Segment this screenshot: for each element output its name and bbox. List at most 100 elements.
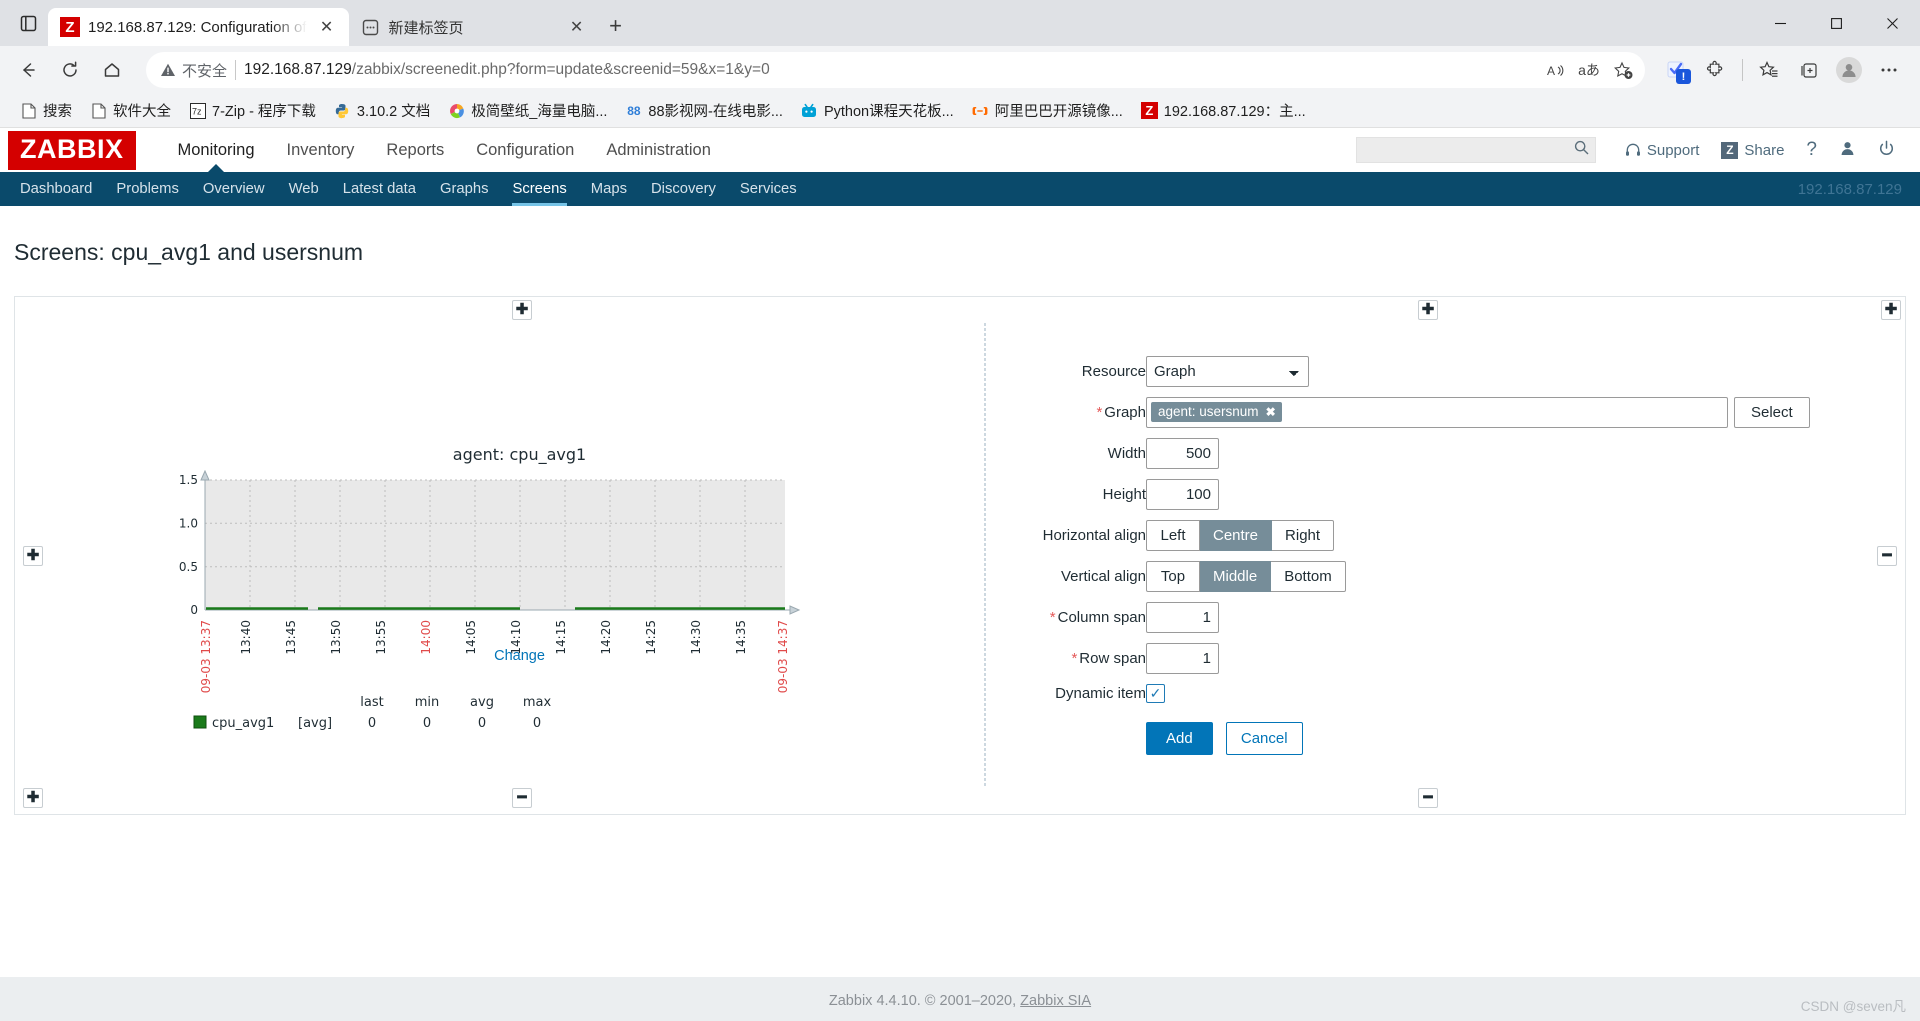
subnav-overview[interactable]: Overview xyxy=(191,172,277,206)
add-column-left-button[interactable]: ✚ xyxy=(512,299,532,320)
rowspan-input[interactable] xyxy=(1146,642,1219,674)
remove-row-button[interactable]: ━ xyxy=(1877,545,1897,566)
subnav-maps[interactable]: Maps xyxy=(579,172,639,206)
close-window-button[interactable] xyxy=(1864,0,1920,46)
bookmark-item[interactable]: Z 192.168.87.129：主... xyxy=(1133,96,1314,125)
menu-item-monitoring[interactable]: Monitoring xyxy=(162,128,271,172)
help-link[interactable]: ? xyxy=(1795,139,1828,161)
collections-icon[interactable] xyxy=(1790,52,1828,88)
valign-option-middle[interactable]: Middle xyxy=(1200,560,1272,592)
search-input[interactable] xyxy=(1362,141,1574,159)
menu-item-reports[interactable]: Reports xyxy=(370,128,460,172)
favorites-icon[interactable] xyxy=(1750,52,1788,88)
user-settings-link[interactable] xyxy=(1828,140,1867,161)
add-column-middle-button[interactable]: ✚ xyxy=(1418,299,1438,320)
bookmark-item[interactable]: 7z 7-Zip - 程序下载 xyxy=(181,96,324,125)
subnav-dashboard[interactable]: Dashboard xyxy=(8,172,104,206)
resource-select[interactable]: Graph xyxy=(1146,355,1309,387)
bookmark-item[interactable]: Python课程天花板... xyxy=(793,96,962,125)
browser-tab-1[interactable]: 新建标签页 ✕ xyxy=(349,8,599,46)
halign-option-left[interactable]: Left xyxy=(1146,519,1200,551)
graph-chip[interactable]: agent: usersnum ✖ xyxy=(1151,402,1282,423)
height-label: Height xyxy=(1102,485,1146,503)
width-input[interactable] xyxy=(1146,437,1219,469)
extensions-puzzle-icon[interactable] xyxy=(1697,52,1735,88)
colspan-input[interactable] xyxy=(1146,601,1219,633)
valign-option-top[interactable]: Top xyxy=(1146,560,1200,592)
add-row-button[interactable]: ✚ xyxy=(23,545,43,566)
search-icon[interactable] xyxy=(1574,140,1589,160)
legend-header-min: min xyxy=(414,695,439,710)
svg-text:1.5: 1.5 xyxy=(178,473,197,487)
screen-cell-graph[interactable]: agent: cpu_avg1 1.5 1.0 0.5 0 09-03 13:3… xyxy=(55,322,985,786)
subnav-problems[interactable]: Problems xyxy=(104,172,191,206)
maximize-button[interactable] xyxy=(1808,0,1864,46)
legend-header-last: last xyxy=(360,695,383,710)
profile-avatar[interactable] xyxy=(1830,52,1868,88)
omnibox-actions: A aあ xyxy=(1539,55,1639,85)
subnav-discovery[interactable]: Discovery xyxy=(639,172,728,206)
menu-item-configuration[interactable]: Configuration xyxy=(460,128,590,172)
add-row-bottom-button[interactable]: ✚ xyxy=(23,787,43,808)
warning-triangle-icon xyxy=(161,63,175,76)
bookmark-item[interactable]: 阿里巴巴开源镜像... xyxy=(964,96,1131,125)
halign-option-right[interactable]: Right xyxy=(1272,519,1335,551)
menu-item-administration[interactable]: Administration xyxy=(590,128,727,172)
browser-tab-0[interactable]: Z 192.168.87.129: Configuration of ✕ xyxy=(48,8,349,46)
remove-column-right-button[interactable]: ━ xyxy=(1418,787,1438,808)
close-icon[interactable]: ✕ xyxy=(565,15,589,39)
bookmark-item[interactable]: 搜索 xyxy=(12,96,80,125)
bookmark-item[interactable]: 3.10.2 文档 xyxy=(326,96,438,125)
subnav-web[interactable]: Web xyxy=(277,172,331,206)
translate-icon[interactable]: aあ xyxy=(1573,55,1605,85)
graph-title: agent: cpu_avg1 xyxy=(452,444,587,464)
subnav-latest-data[interactable]: Latest data xyxy=(331,172,428,206)
add-button[interactable]: Add xyxy=(1146,721,1213,755)
bookmark-label: 192.168.87.129：主... xyxy=(1163,104,1306,120)
bookmark-item[interactable]: 软件大全 xyxy=(82,96,179,125)
aliyun-icon xyxy=(972,102,989,119)
share-link[interactable]: Z Share xyxy=(1710,141,1795,159)
valign-option-bottom[interactable]: Bottom xyxy=(1271,560,1346,592)
new-tab-button[interactable]: + xyxy=(599,9,633,43)
remove-column-left-button[interactable]: ━ xyxy=(512,787,532,808)
88-icon: 88 xyxy=(627,103,641,118)
add-favorite-icon[interactable] xyxy=(1607,55,1639,85)
not-secure-indicator[interactable]: 不安全 xyxy=(160,60,227,81)
svg-text:14:20: 14:20 xyxy=(599,620,613,655)
settings-more-icon[interactable] xyxy=(1870,52,1908,88)
tab-actions-icon[interactable] xyxy=(8,0,48,46)
bookmark-item[interactable]: 88 88影视网-在线电影... xyxy=(617,96,791,125)
bookmark-item[interactable]: 极简壁纸_海量电脑... xyxy=(440,96,615,125)
zabbix-logo[interactable]: ZABBIX xyxy=(8,130,136,170)
read-aloud-icon[interactable]: A xyxy=(1539,55,1571,85)
svg-text:13:55: 13:55 xyxy=(374,620,388,655)
zabbix-sia-link[interactable]: Zabbix SIA xyxy=(1020,993,1091,1009)
support-link[interactable]: Support xyxy=(1614,142,1711,159)
minimize-button[interactable] xyxy=(1752,0,1808,46)
dynamic-item-checkbox[interactable]: ✓ xyxy=(1146,683,1165,703)
signout-link[interactable] xyxy=(1867,140,1906,161)
subnav-services[interactable]: Services xyxy=(728,172,809,206)
remove-chip-icon[interactable]: ✖ xyxy=(1266,405,1276,419)
back-icon[interactable] xyxy=(8,52,48,88)
form-row-valign: Vertical align Top Middle Bottom xyxy=(986,556,1810,597)
extension-icon[interactable]: ! xyxy=(1657,52,1695,88)
required-marker: * xyxy=(1049,608,1056,626)
halign-option-centre[interactable]: Centre xyxy=(1200,519,1273,551)
zabbix-icon: Z xyxy=(1140,102,1158,119)
graph-multiselect[interactable]: agent: usersnum ✖ xyxy=(1146,396,1728,428)
subnav-graphs[interactable]: Graphs xyxy=(428,172,501,206)
select-graph-button[interactable]: Select xyxy=(1734,396,1810,428)
menu-item-inventory[interactable]: Inventory xyxy=(271,128,371,172)
reload-icon[interactable] xyxy=(50,52,90,88)
address-bar[interactable]: 不安全 192.168.87.129/zabbix/screenedit.php… xyxy=(146,52,1645,88)
home-icon[interactable] xyxy=(92,52,132,88)
close-icon[interactable]: ✕ xyxy=(315,15,339,39)
height-input[interactable] xyxy=(1146,478,1219,510)
add-column-right-button[interactable]: ✚ xyxy=(1881,299,1901,320)
subnav-screens[interactable]: Screens xyxy=(500,172,578,206)
svg-text:0: 0 xyxy=(190,603,198,617)
cancel-button[interactable]: Cancel xyxy=(1225,721,1303,755)
global-search[interactable] xyxy=(1355,137,1596,163)
